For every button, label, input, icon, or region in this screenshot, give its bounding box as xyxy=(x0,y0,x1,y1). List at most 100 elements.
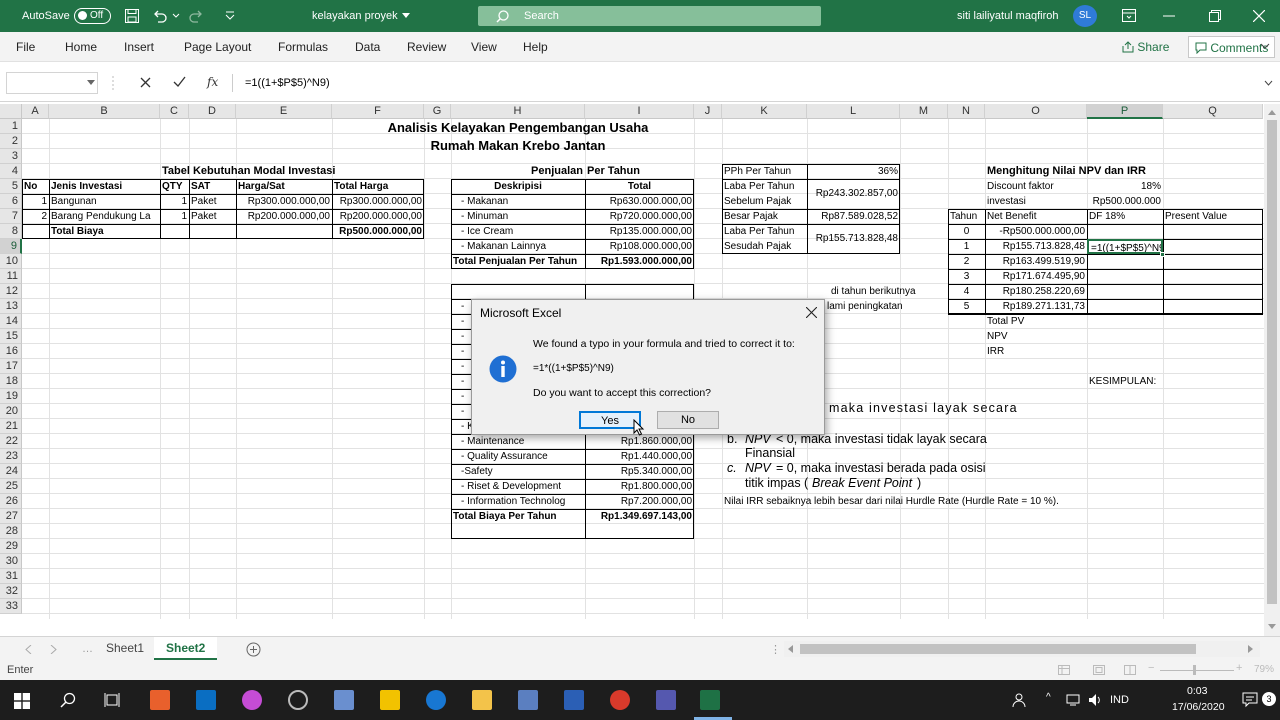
no-button[interactable]: No xyxy=(657,411,719,429)
minimize-icon[interactable] xyxy=(1163,15,1175,17)
row-header-31[interactable]: 31 xyxy=(0,569,22,584)
edge-browser-icon[interactable] xyxy=(426,690,446,710)
column-header-j[interactable]: J xyxy=(694,104,722,119)
sticky-notes-icon[interactable] xyxy=(380,690,400,710)
biaya-value[interactable]: Rp1.860.000,00 xyxy=(585,434,694,449)
undo-dropdown-icon[interactable] xyxy=(172,12,180,20)
formula-input[interactable]: =1((1+$P$5)^N9) xyxy=(245,72,330,94)
horizontal-scrollbar[interactable] xyxy=(784,641,1260,657)
biaya-value[interactable]: Rp1.440.000,00 xyxy=(585,449,694,464)
npv-label[interactable]: Discount faktor xyxy=(985,179,1087,194)
npv-total-pv-label[interactable]: Total PV xyxy=(985,314,1087,329)
row-header-21[interactable]: 21 xyxy=(0,419,22,434)
scroll-right-icon[interactable] xyxy=(1248,645,1254,653)
npv-label[interactable]: NPV xyxy=(985,329,1087,344)
autosave-toggle[interactable]: Off xyxy=(74,8,111,24)
name-box-dropdown-icon[interactable] xyxy=(87,80,95,86)
teams-icon[interactable] xyxy=(656,690,676,710)
row-header-1[interactable]: 1 xyxy=(0,119,22,134)
prev-sheet-icon[interactable] xyxy=(25,645,32,654)
row-header-7[interactable]: 7 xyxy=(0,209,22,224)
volume-icon[interactable] xyxy=(1088,693,1102,707)
close-icon[interactable] xyxy=(1253,10,1265,22)
dialog-close-icon[interactable] xyxy=(806,307,817,318)
file-explorer-icon[interactable] xyxy=(472,690,492,710)
insert-function-icon[interactable]: fx xyxy=(207,75,218,89)
tab-insert[interactable]: Insert xyxy=(124,32,154,62)
biaya-item[interactable]: - Riset & Development xyxy=(451,479,585,494)
biaya-total-value[interactable]: Rp1.349.697.143,00 xyxy=(585,509,694,524)
tab-home[interactable]: Home xyxy=(65,32,97,62)
biaya-dash[interactable]: - xyxy=(451,344,471,359)
biaya-item[interactable]: -Safety xyxy=(451,464,585,479)
column-header-h[interactable]: H xyxy=(451,104,585,119)
biaya-total-label[interactable]: Total Biaya Per Tahun xyxy=(451,509,585,524)
biaya-value[interactable]: Rp1.800.000,00 xyxy=(585,479,694,494)
penjualan-title-b[interactable]: Per Tahun xyxy=(585,164,694,179)
column-header-g[interactable]: G xyxy=(424,104,451,119)
vertical-scrollbar[interactable] xyxy=(1264,104,1280,636)
enter-icon[interactable] xyxy=(173,76,186,88)
people-icon[interactable] xyxy=(1012,693,1026,707)
chrome-icon[interactable] xyxy=(610,690,630,710)
select-all-corner[interactable] xyxy=(0,104,22,119)
biaya-dash[interactable]: - xyxy=(451,404,471,419)
npv-value[interactable]: Rp500.000.000 xyxy=(1087,194,1163,209)
biaya-dash[interactable]: - xyxy=(451,389,471,404)
column-header-n[interactable]: N xyxy=(948,104,985,119)
redo-icon[interactable] xyxy=(188,8,204,24)
npv-value[interactable]: 18% xyxy=(1087,179,1163,194)
row-header-9[interactable]: 9 xyxy=(0,239,22,254)
notifications-icon[interactable] xyxy=(1242,692,1258,708)
tab-view[interactable]: View xyxy=(471,32,497,62)
column-header-c[interactable]: C xyxy=(160,104,189,119)
npv-title[interactable]: Menghitung Nilai NPV dan IRR xyxy=(985,164,1163,179)
row-header-30[interactable]: 30 xyxy=(0,554,22,569)
ribbon-display-icon[interactable] xyxy=(1122,9,1136,22)
row-header-33[interactable]: 33 xyxy=(0,599,22,614)
column-header-l[interactable]: L xyxy=(807,104,900,119)
hscroll-split-icon[interactable]: ⋮ xyxy=(770,643,781,656)
app-icon-orange[interactable] xyxy=(150,690,170,710)
biaya-dash[interactable]: - xyxy=(451,359,471,374)
row-header-12[interactable]: 12 xyxy=(0,284,22,299)
column-header-i[interactable]: I xyxy=(585,104,694,119)
npv-label[interactable]: investasi xyxy=(985,194,1087,209)
note-text[interactable]: di tahun berikutnya xyxy=(829,284,949,299)
document-title[interactable]: kelayakan proyek xyxy=(312,0,398,32)
row-header-20[interactable]: 20 xyxy=(0,404,22,419)
zoom-out-icon[interactable]: − xyxy=(1148,662,1154,674)
excel-icon[interactable] xyxy=(700,690,720,710)
row-header-26[interactable]: 26 xyxy=(0,494,22,509)
undo-icon[interactable] xyxy=(152,8,168,24)
column-header-d[interactable]: D xyxy=(189,104,236,119)
zoom-in-icon[interactable]: + xyxy=(1236,662,1242,674)
column-header-m[interactable]: M xyxy=(900,104,948,119)
column-header-f[interactable]: F xyxy=(332,104,424,119)
irr-label[interactable]: IRR xyxy=(985,344,1087,359)
show-hidden-icons-icon[interactable]: ^ xyxy=(1046,692,1051,703)
zoom-level[interactable]: 79% xyxy=(1254,664,1274,675)
row-header-4[interactable]: 4 xyxy=(0,164,22,179)
penjualan-title-a[interactable]: Penjualan xyxy=(451,164,585,179)
row-header-27[interactable]: 27 xyxy=(0,509,22,524)
vertical-scroll-thumb[interactable] xyxy=(1267,120,1277,604)
next-sheet-icon[interactable] xyxy=(50,645,57,654)
user-name[interactable]: siti lailiyatul maqfiroh xyxy=(957,0,1058,32)
column-header-k[interactable]: K xyxy=(722,104,807,119)
task-view-icon[interactable] xyxy=(104,692,120,708)
row-header-25[interactable]: 25 xyxy=(0,479,22,494)
zoom-slider-thumb[interactable] xyxy=(1193,665,1196,675)
row-header-28[interactable]: 28 xyxy=(0,524,22,539)
column-header-a[interactable]: A xyxy=(22,104,49,119)
biaya-item[interactable]: - Maintenance xyxy=(451,434,585,449)
biaya-value[interactable]: Rp5.340.000,00 xyxy=(585,464,694,479)
tab-sheet1[interactable]: Sheet1 xyxy=(94,637,158,660)
expand-formula-bar-icon[interactable] xyxy=(1264,80,1273,86)
row-header-8[interactable]: 8 xyxy=(0,224,22,239)
title-dropdown-icon[interactable] xyxy=(402,13,410,19)
restore-icon[interactable] xyxy=(1209,10,1221,22)
normal-view-icon[interactable] xyxy=(1058,665,1070,675)
row-header-2[interactable]: 2 xyxy=(0,134,22,149)
row-header-5[interactable]: 5 xyxy=(0,179,22,194)
